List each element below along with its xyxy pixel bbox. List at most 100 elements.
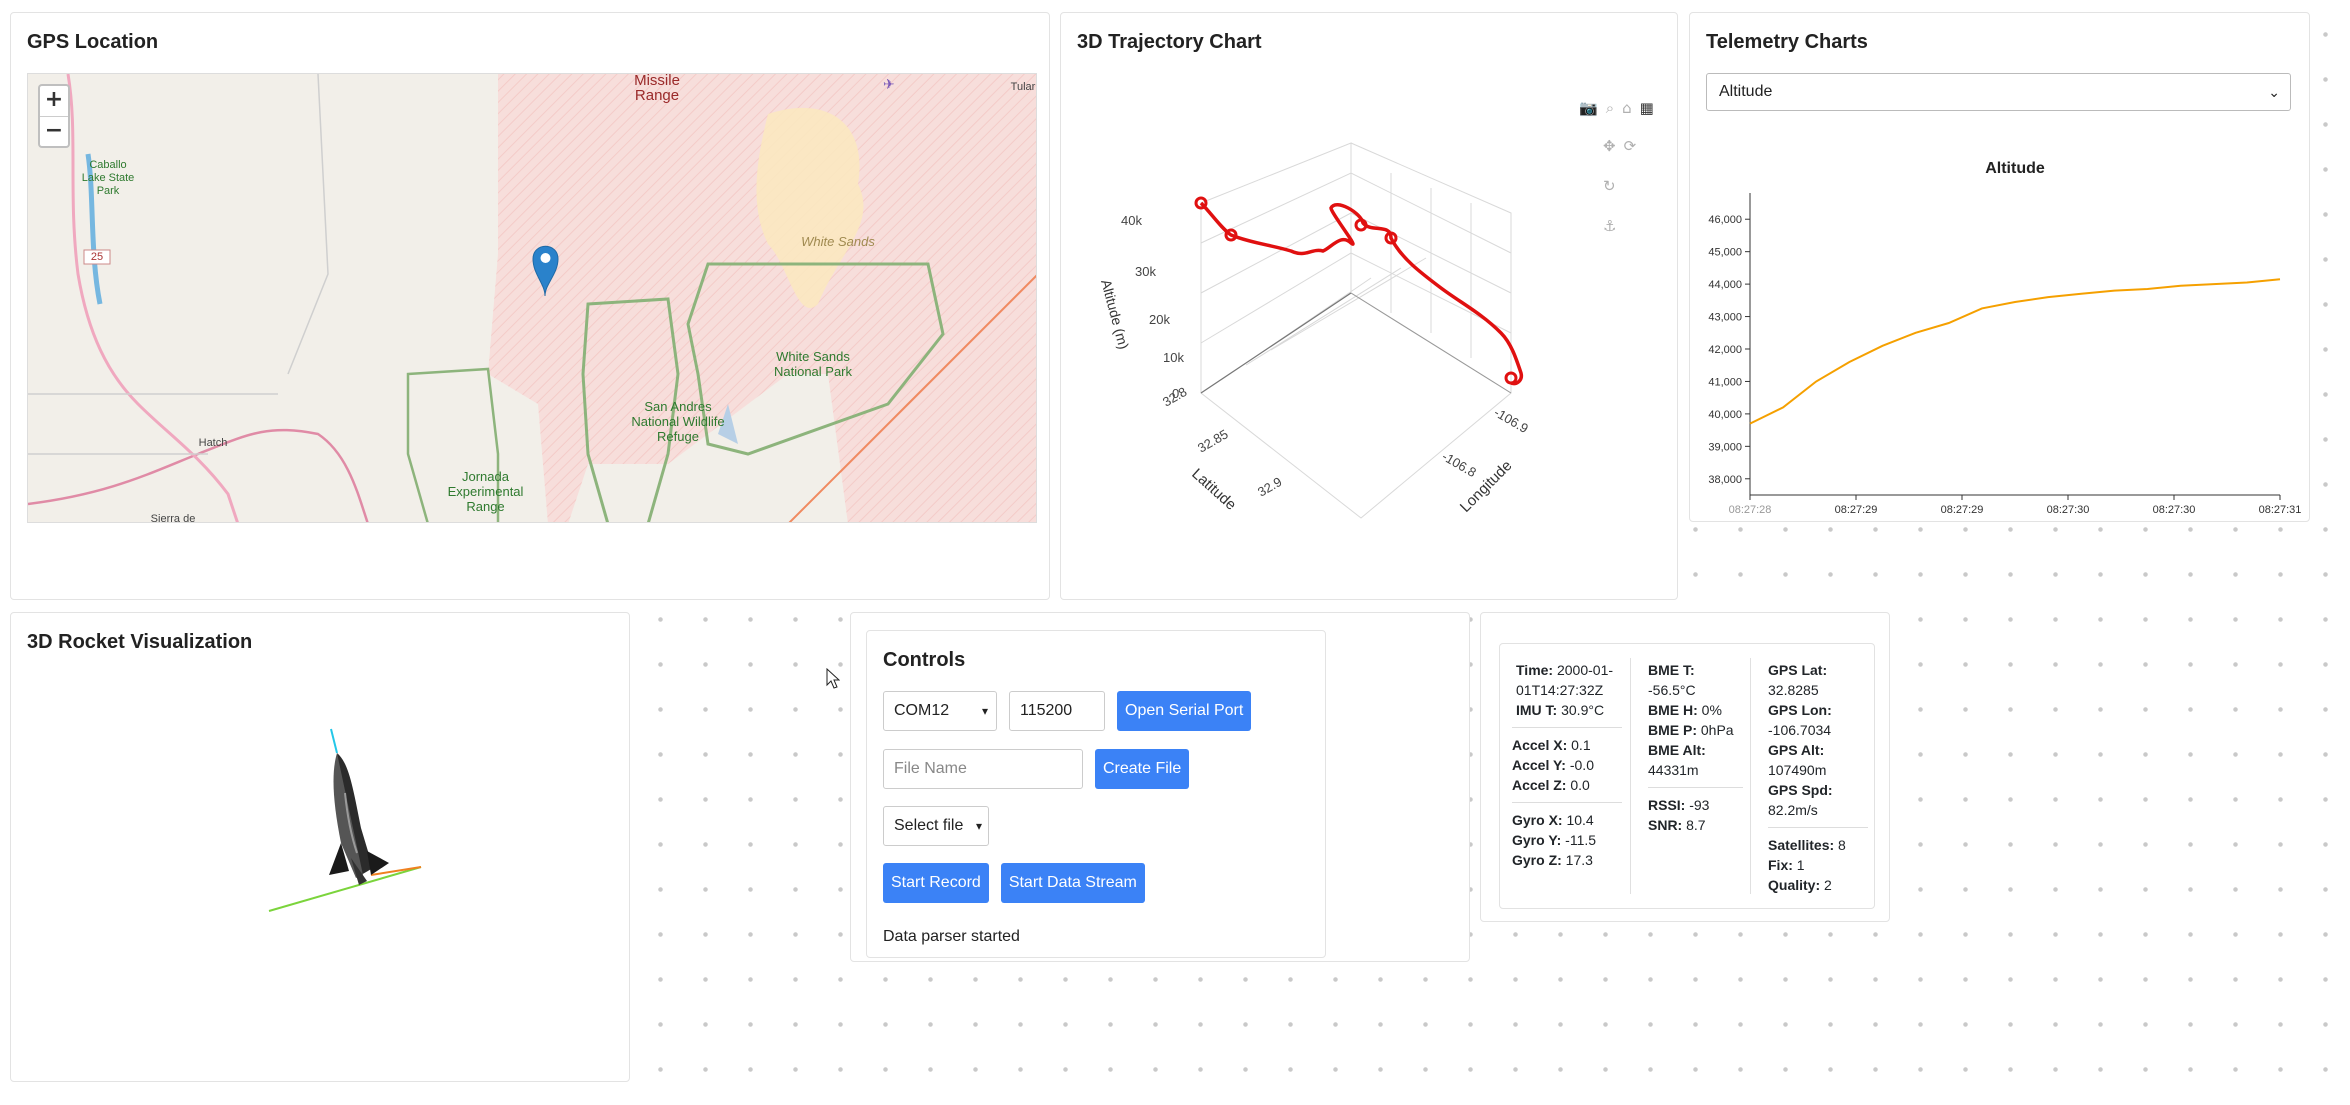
file-select-value: Select file bbox=[894, 817, 964, 834]
mouse-cursor-icon bbox=[826, 668, 840, 689]
telemetry-selected: Altitude bbox=[1719, 83, 1773, 100]
map-label-white-sands: White Sands bbox=[801, 234, 875, 249]
bme-humidity-label: BME H: bbox=[1648, 702, 1698, 718]
controls-title: Controls bbox=[883, 649, 966, 671]
chevron-down-icon: ▾ bbox=[981, 704, 988, 718]
satellites-value: 8 bbox=[1834, 837, 1846, 853]
rocket-panel: 3D Rocket Visualization bbox=[10, 612, 630, 1082]
y-tick-label: 40,000 bbox=[1708, 409, 1742, 421]
telemetry-panel: Telemetry Charts Altitude ⌄ Altitude 46,0… bbox=[1689, 12, 2310, 522]
svg-text:✈: ✈ bbox=[883, 77, 895, 93]
bme-alt-label: BME Alt: bbox=[1648, 742, 1706, 758]
controls-panel: Controls COM12 ▾ 115200 Open Serial Port… bbox=[866, 630, 1326, 958]
lon-tick-106-8: -106.8 bbox=[1440, 449, 1479, 480]
time-label: Time: bbox=[1516, 662, 1554, 678]
bme-humidity-value: 0% bbox=[1697, 702, 1722, 718]
fix-label: Fix: bbox=[1768, 857, 1793, 873]
x-tick-label: 08:27:31 bbox=[2259, 504, 2302, 516]
quality-label: Quality: bbox=[1768, 877, 1821, 893]
y-tick-label: 38,000 bbox=[1708, 474, 1742, 486]
zoom-out-button[interactable]: − bbox=[40, 116, 68, 146]
telemetry-title: Telemetry Charts bbox=[1706, 31, 1868, 53]
file-name-input[interactable]: File Name bbox=[883, 749, 1083, 789]
y-tick-label: 44,000 bbox=[1708, 279, 1742, 291]
map-zoom-control: + − bbox=[38, 84, 70, 148]
gps-title: GPS Location bbox=[27, 31, 159, 53]
bme-pressure-value: 0hPa bbox=[1697, 722, 1734, 738]
file-select[interactable]: Select file ▾ bbox=[883, 806, 989, 846]
baud-input[interactable]: 115200 bbox=[1009, 691, 1105, 731]
accel-x-label: Accel X: bbox=[1512, 737, 1568, 753]
gps-lon-value: -106.7034 bbox=[1768, 722, 1832, 738]
start-record-button[interactable]: Start Record bbox=[883, 863, 989, 903]
alt-tick-20k: 20k bbox=[1149, 312, 1170, 327]
alt-tick-40k: 40k bbox=[1121, 213, 1142, 228]
gyro-z-label: Gyro Z: bbox=[1512, 852, 1562, 868]
readout-col-imu: Time: 2000-01-01T14:27:32Z IMU T: 30.9°C… bbox=[1512, 660, 1622, 870]
telemetry-metric-select[interactable]: Altitude ⌄ bbox=[1706, 73, 2291, 111]
readout-col-gps: GPS Lat: 32.8285 GPS Lon: -106.7034 GPS … bbox=[1768, 660, 1868, 895]
gyro-x-label: Gyro X: bbox=[1512, 812, 1563, 828]
gps-alt-value: 107490m bbox=[1768, 762, 1827, 778]
map-label-missile-range: Missile Range bbox=[634, 73, 680, 104]
chevron-down-icon: ▾ bbox=[975, 819, 982, 833]
map-tiles: ✈ bbox=[28, 74, 1036, 522]
create-file-button[interactable]: Create File bbox=[1095, 749, 1190, 789]
start-data-stream-button[interactable]: Start Data Stream bbox=[1000, 863, 1145, 903]
rocket-canvas[interactable] bbox=[11, 613, 631, 1083]
y-tick-label: 43,000 bbox=[1708, 312, 1742, 324]
y-tick-label: 39,000 bbox=[1708, 441, 1742, 453]
trajectory-plot[interactable]: 40k 30k 20k 10k 0 Altitude (m) 32.8 32.8… bbox=[1061, 13, 1679, 601]
bme-pressure-label: BME P: bbox=[1648, 722, 1697, 738]
map-label-i25: 25 bbox=[90, 251, 104, 263]
fix-value: 1 bbox=[1792, 857, 1805, 873]
satellites-label: Satellites: bbox=[1768, 837, 1835, 853]
gyro-z-value: 17.3 bbox=[1561, 852, 1593, 868]
rssi-label: RSSI: bbox=[1648, 797, 1686, 813]
x-tick-label: 08:27:30 bbox=[2153, 504, 2196, 516]
accel-x-value: 0.1 bbox=[1567, 737, 1591, 753]
altitude-chart[interactable]: Altitude 46,000 45,000 44,000 43,000 42,000 41… bbox=[1690, 133, 2311, 533]
lon-tick-106-9: -106.9 bbox=[1492, 405, 1531, 436]
trajectory-panel: 3D Trajectory Chart 📷 ⌕ ⌂ ▦ ✥ ⟳ ↻ ⚓ 40k … bbox=[1060, 12, 1678, 600]
gps-lon-label: GPS Lon: bbox=[1768, 702, 1832, 718]
snr-value: 8.7 bbox=[1682, 817, 1706, 833]
readout-panel: Time: 2000-01-01T14:27:32Z IMU T: 30.9°C… bbox=[1480, 612, 1890, 922]
map-label-jornada: Jornada Experimental Range bbox=[447, 469, 524, 514]
open-serial-port-button[interactable]: Open Serial Port bbox=[1117, 691, 1252, 731]
gps-lat-label: GPS Lat: bbox=[1768, 662, 1828, 678]
x-tick-label: 08:27:29 bbox=[1835, 504, 1878, 516]
gps-alt-label: GPS Alt: bbox=[1768, 742, 1825, 758]
telemetry-readout: Time: 2000-01-01T14:27:32Z IMU T: 30.9°C… bbox=[1499, 643, 1875, 909]
gps-speed-value: 82.2m/s bbox=[1768, 802, 1818, 818]
imu-temp-label: IMU T: bbox=[1516, 702, 1558, 718]
altitude-series-line bbox=[1749, 278, 2281, 425]
gps-speed-label: GPS Spd: bbox=[1768, 782, 1833, 798]
x-tick-label: 08:27:28 bbox=[1729, 504, 1772, 516]
gyro-y-value: -11.5 bbox=[1561, 832, 1597, 848]
y-tick-label: 42,000 bbox=[1708, 344, 1742, 356]
accel-y-label: Accel Y: bbox=[1512, 757, 1566, 773]
chart-title: Altitude bbox=[1985, 160, 2045, 177]
baud-value: 115200 bbox=[1020, 702, 1073, 719]
alt-tick-10k: 10k bbox=[1163, 350, 1184, 365]
lat-tick-32-8: 32.8 bbox=[1160, 384, 1189, 410]
readout-col-bme: BME T: -56.5°C BME H: 0% BME P: 0hPa BME… bbox=[1648, 660, 1743, 835]
map-view[interactable]: ✈ + − Missile Range White Sands White Sa… bbox=[27, 73, 1037, 523]
map-label-hatch: Hatch bbox=[198, 437, 228, 449]
snr-label: SNR: bbox=[1648, 817, 1683, 833]
x-tick-label: 08:27:29 bbox=[1941, 504, 1984, 516]
altitude-axis-label: Altitude (m) bbox=[1098, 278, 1132, 351]
map-label-white-sands-np: White Sands National Park bbox=[773, 349, 853, 379]
port-select[interactable]: COM12 ▾ bbox=[883, 691, 997, 731]
file-name-placeholder: File Name bbox=[894, 760, 967, 777]
bme-temp-value: -56.5°C bbox=[1648, 682, 1696, 698]
port-value: COM12 bbox=[894, 702, 950, 719]
bme-temp-label: BME T: bbox=[1648, 662, 1695, 678]
alt-tick-30k: 30k bbox=[1135, 264, 1156, 279]
map-label-san-andres: San Andres National Wildlife Refuge bbox=[631, 399, 725, 444]
latitude-axis-label: Latitude bbox=[1188, 465, 1239, 513]
zoom-in-button[interactable]: + bbox=[40, 86, 68, 116]
map-label-caballo: Caballo Lake State Park bbox=[81, 159, 135, 197]
bme-alt-value: 44331m bbox=[1648, 762, 1699, 778]
